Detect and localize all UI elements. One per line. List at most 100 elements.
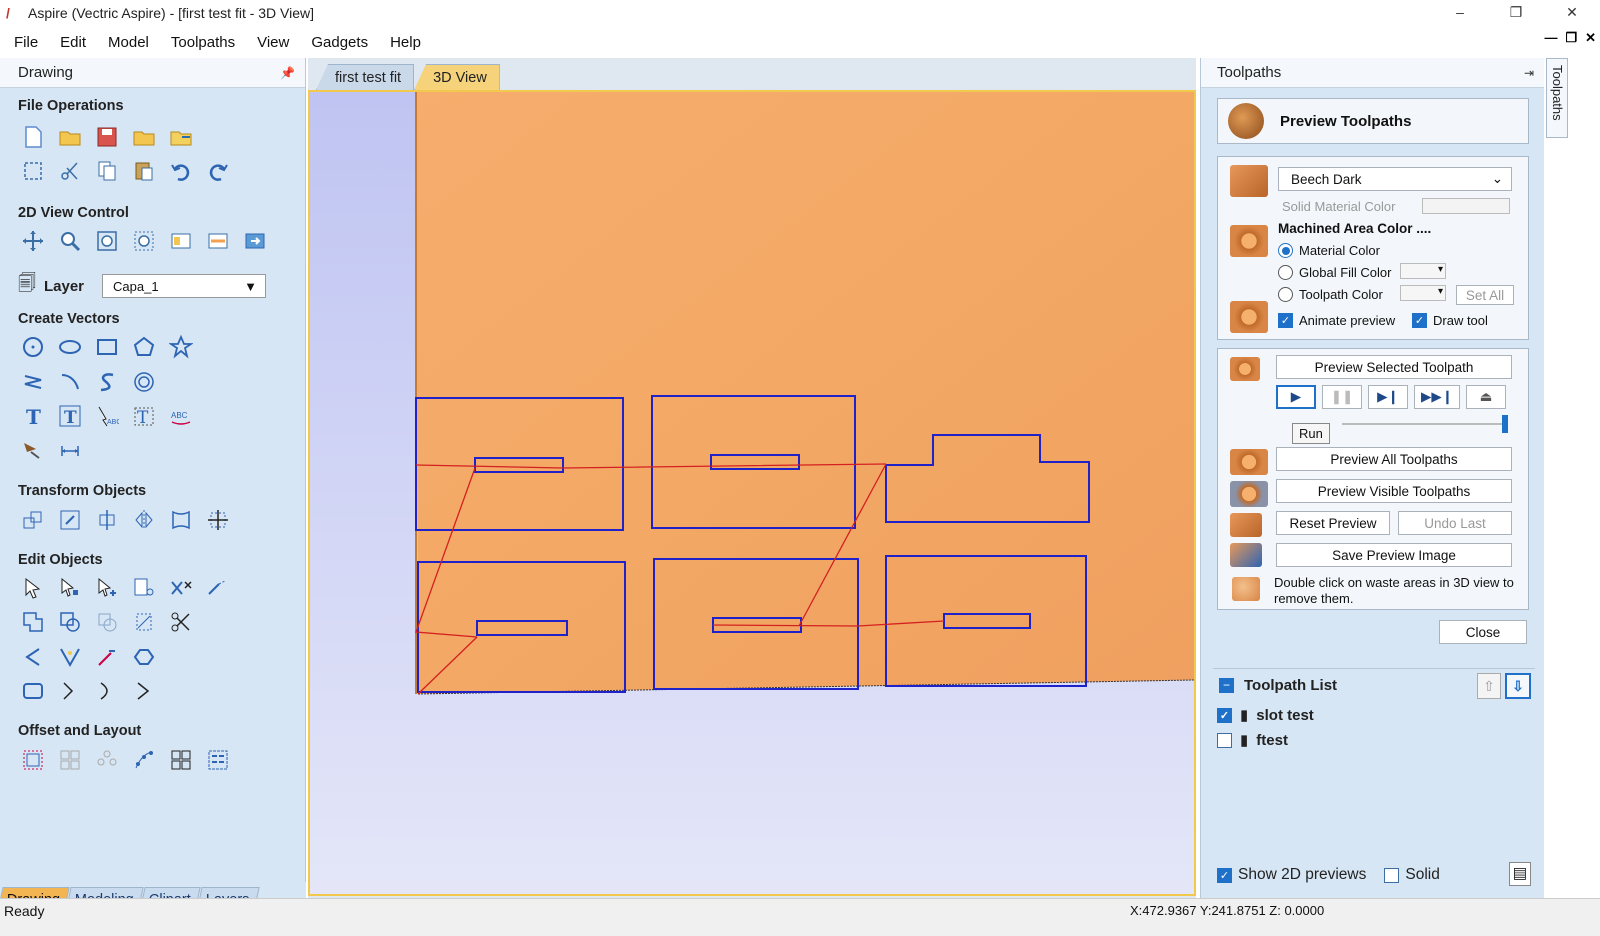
toolpath-color-swatch[interactable]: ▾ <box>1400 285 1446 301</box>
speed-slider-track[interactable] <box>1342 423 1506 425</box>
arc-to-bezier-icon[interactable] <box>127 676 160 706</box>
show-2d-previews-checkbox[interactable]: ✓ <box>1217 867 1232 883</box>
node-edit-icon[interactable] <box>53 573 86 603</box>
solid-material-color-swatch[interactable] <box>1422 198 1510 214</box>
smooth-curve-icon[interactable] <box>90 642 123 672</box>
toolpaths-side-tab[interactable]: Toolpaths <box>1546 58 1568 138</box>
transform-mode-icon[interactable] <box>90 573 123 603</box>
import-bitmap-icon[interactable] <box>164 122 197 152</box>
preview-all-toolpaths-button[interactable]: Preview All Toolpaths <box>1276 447 1512 471</box>
copy-icon[interactable] <box>90 156 123 186</box>
curve-fit-icon[interactable] <box>53 676 86 706</box>
pan-icon[interactable] <box>16 226 49 256</box>
zoom-selection-icon[interactable] <box>127 226 160 256</box>
restore-button[interactable]: ❐ <box>1488 0 1544 26</box>
menu-gadgets[interactable]: Gadgets <box>303 34 376 51</box>
play-button[interactable]: ▶ <box>1276 385 1316 409</box>
menu-help[interactable]: Help <box>382 34 429 51</box>
array-copy-icon[interactable] <box>53 745 86 775</box>
toolpath-visible-checkbox[interactable] <box>1217 732 1232 748</box>
distortion-icon[interactable] <box>164 505 197 535</box>
move-up-icon[interactable]: ⇧ <box>1477 673 1501 699</box>
menu-view[interactable]: View <box>249 34 297 51</box>
draw-circle-icon[interactable] <box>16 332 49 362</box>
zoom-all-icon[interactable] <box>90 226 123 256</box>
global-fill-color-radio[interactable] <box>1278 265 1293 280</box>
select-icon[interactable] <box>16 573 49 603</box>
bend-text-icon[interactable]: T <box>127 401 160 431</box>
align-icon[interactable] <box>53 505 86 535</box>
save-file-icon[interactable] <box>90 122 123 152</box>
draw-spiral-icon[interactable] <box>127 367 160 397</box>
chamfer-icon[interactable] <box>53 642 86 672</box>
skip-to-end-button[interactable]: ▶▶❙ <box>1414 385 1460 409</box>
circular-array-icon[interactable] <box>90 745 123 775</box>
nesting-icon[interactable] <box>164 745 197 775</box>
show-2d-view-icon[interactable] <box>164 226 197 256</box>
intersect-icon[interactable] <box>90 607 123 637</box>
menu-file[interactable]: File <box>6 34 46 51</box>
job-setup-icon[interactable] <box>16 156 49 186</box>
line-to-arc-icon[interactable] <box>90 676 123 706</box>
global-fill-color-option[interactable]: Global Fill Color <box>1278 265 1391 280</box>
overlap-icon[interactable] <box>127 607 160 637</box>
3d-scene[interactable] <box>310 92 1194 894</box>
save-preview-image-button[interactable]: Save Preview Image <box>1276 543 1512 567</box>
draw-ellipse-icon[interactable] <box>53 332 86 362</box>
weld-icon[interactable] <box>16 607 49 637</box>
toolpath-color-option[interactable]: Toolpath Color <box>1278 287 1383 302</box>
animate-preview-option[interactable]: ✓ Animate preview <box>1278 313 1395 328</box>
auto-layout-text-icon[interactable]: T <box>53 401 86 431</box>
view-toggle-icon[interactable] <box>238 226 271 256</box>
redo-icon[interactable] <box>201 156 234 186</box>
summary-icon[interactable]: ▤ <box>1509 862 1531 886</box>
set-all-button[interactable]: Set All <box>1456 285 1514 305</box>
open-file-icon[interactable] <box>53 122 86 152</box>
draw-curve-icon[interactable] <box>90 367 123 397</box>
minimize-button[interactable]: – <box>1432 0 1488 26</box>
paste-icon[interactable] <box>127 156 160 186</box>
text-on-curve-icon[interactable]: ABC <box>90 401 123 431</box>
toolpath-color-radio[interactable] <box>1278 287 1293 302</box>
material-dropdown[interactable]: Beech Dark ⌄ <box>1278 167 1512 191</box>
material-color-option[interactable]: Material Color <box>1278 243 1380 258</box>
mdi-restore-icon[interactable]: ❐ <box>1565 30 1577 46</box>
animate-preview-checkbox[interactable]: ✓ <box>1278 313 1293 328</box>
undo-last-button[interactable]: Undo Last <box>1398 511 1512 535</box>
interactive-trim-icon[interactable] <box>127 573 160 603</box>
draw-star-icon[interactable] <box>164 332 197 362</box>
dimension-icon[interactable] <box>16 435 49 465</box>
text-arc-icon[interactable]: ABC <box>164 401 197 431</box>
mdi-close-icon[interactable]: ✕ <box>1585 30 1596 46</box>
draw-rectangle-icon[interactable] <box>90 332 123 362</box>
mirror-icon[interactable] <box>127 505 160 535</box>
draw-arc-icon[interactable] <box>53 367 86 397</box>
move-down-icon[interactable]: ⇩ <box>1505 673 1531 699</box>
preview-visible-toolpaths-button[interactable]: Preview Visible Toolpaths <box>1276 479 1512 503</box>
collapse-icon[interactable]: − <box>1219 678 1234 693</box>
toolpath-visible-checkbox[interactable]: ✓ <box>1217 707 1232 723</box>
trim-delete-icon[interactable] <box>164 573 197 603</box>
toolpath-item[interactable]: ▮ ftest <box>1217 731 1288 749</box>
new-file-icon[interactable] <box>16 122 49 152</box>
offset-icon[interactable] <box>16 745 49 775</box>
cut-icon[interactable] <box>53 156 86 186</box>
menu-edit[interactable]: Edit <box>52 34 94 51</box>
solid-checkbox[interactable] <box>1384 867 1400 883</box>
global-fill-color-swatch[interactable]: ▾ <box>1400 263 1446 279</box>
text-tool-icon[interactable]: T <box>16 401 49 431</box>
close-vector-icon[interactable] <box>127 642 160 672</box>
draw-tool-option[interactable]: ✓ Draw tool <box>1412 313 1488 328</box>
import-vectors-icon[interactable] <box>127 122 160 152</box>
toolpath-item[interactable]: ✓ ▮ slot test <box>1217 706 1314 724</box>
preview-selected-toolpath-button[interactable]: Preview Selected Toolpath <box>1276 355 1512 379</box>
pin-icon[interactable]: ⇥ <box>1524 66 1534 80</box>
eject-button[interactable]: ⏏ <box>1466 385 1506 409</box>
layer-dropdown[interactable]: Capa_1 ▼ <box>102 274 267 298</box>
move-icon[interactable] <box>16 505 49 535</box>
menu-toolpaths[interactable]: Toolpaths <box>163 34 243 51</box>
copy-along-vectors-icon[interactable] <box>127 745 160 775</box>
extend-vector-icon[interactable] <box>201 573 234 603</box>
fillet-icon[interactable] <box>16 642 49 672</box>
step-forward-button[interactable]: ▶❙ <box>1368 385 1408 409</box>
